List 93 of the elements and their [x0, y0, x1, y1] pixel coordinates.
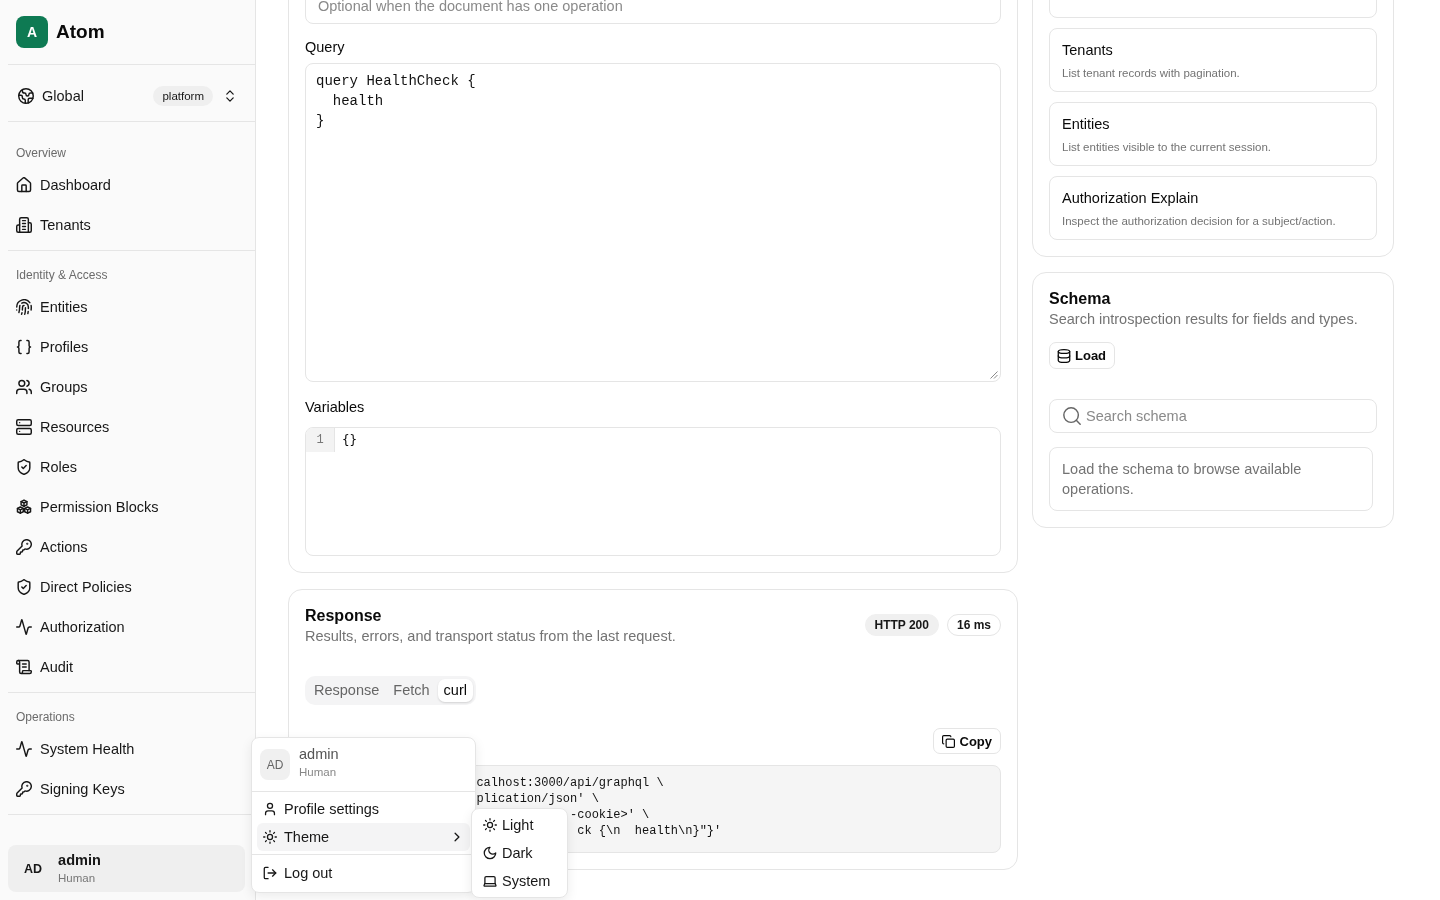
copy-button[interactable]: Copy: [932, 728, 1001, 754]
menu-item[interactable]: Light: [476, 811, 563, 839]
globe-icon: [18, 88, 34, 104]
nav-item[interactable]: Authorization: [8, 607, 247, 647]
key-icon: [16, 781, 32, 797]
operation-description: List tenant records with pagination.: [1062, 66, 1240, 80]
resize-grip-icon[interactable]: [990, 371, 998, 379]
section-label: Overview: [16, 145, 66, 161]
server-icon: [16, 419, 32, 435]
copy-icon: [941, 734, 955, 748]
tab[interactable]: curl: [437, 679, 473, 702]
shield-check-icon: [16, 579, 32, 595]
nav-item[interactable]: Signing Keys: [8, 769, 247, 809]
sun-icon: [483, 818, 497, 832]
nav-item[interactable]: Actions: [8, 527, 247, 567]
operation-card[interactable]: Tenants List tenant records with pagination.: [1049, 28, 1377, 92]
code-line: -cookie>' \: [570, 807, 650, 823]
line-number: 1: [306, 428, 335, 452]
database-icon: [1057, 348, 1071, 363]
nav-item[interactable]: Groups: [8, 367, 247, 407]
code-line: plication/json' \: [476, 791, 599, 807]
menu-item[interactable]: Theme: [257, 823, 470, 851]
user-role: Human: [58, 871, 96, 885]
operation-name-field[interactable]: Optional when the document has one operation: [305, 0, 1001, 24]
shield-check-icon: [16, 459, 32, 475]
menu-item[interactable]: Log out: [257, 859, 470, 887]
nav-item[interactable]: Resources: [8, 407, 247, 447]
empty-state-message: Load the schema to browse available operations.: [1049, 447, 1373, 511]
user-name: admin: [58, 852, 101, 869]
nav-item[interactable]: Permission Blocks: [8, 487, 247, 527]
card-subtitle: Results, errors, and transport status from the last request.: [305, 627, 676, 646]
search-icon: [1062, 406, 1082, 426]
nav-item[interactable]: System Health: [8, 729, 247, 769]
load-button[interactable]: Load: [1049, 342, 1116, 369]
query-editor[interactable]: query HealthCheck { health }: [305, 63, 1001, 382]
moon-icon: [483, 846, 497, 860]
status-badge: 16 ms: [946, 614, 1001, 636]
field-label: Variables: [305, 399, 365, 415]
pulse-icon: [16, 619, 32, 635]
nav-item[interactable]: Dashboard: [8, 165, 247, 205]
user-name: admin: [299, 746, 339, 763]
logout-icon: [263, 866, 277, 880]
status-badge: HTTP 200: [864, 614, 939, 636]
laptop-icon: [483, 874, 497, 888]
menu-item[interactable]: Dark: [476, 839, 563, 867]
card-title: Response: [305, 606, 382, 626]
avatar-initials: AD: [260, 749, 290, 780]
user-icon: [263, 802, 277, 816]
nav-item[interactable]: Profiles: [8, 327, 247, 367]
scope-switcher[interactable]: Global platform: [8, 65, 255, 122]
cubes-icon: [16, 499, 32, 515]
variables-editor[interactable]: 1 {}: [305, 427, 1001, 556]
card-title: Schema: [1049, 289, 1111, 309]
app-name: Atom: [56, 21, 105, 43]
building-icon: [16, 217, 32, 233]
key-icon: [16, 539, 32, 555]
code-line: ck {\n health\n}"}': [577, 823, 722, 839]
operation-card[interactable]: Authorization Explain Inspect the authorization decision for a subject/action.: [1049, 176, 1377, 240]
home-icon: [16, 177, 32, 193]
user-role: Human: [299, 765, 337, 779]
operation-title: Authorization Explain: [1062, 190, 1199, 206]
logo-tile: A: [16, 16, 48, 48]
scope-badge: platform: [153, 86, 213, 106]
nav-item[interactable]: Tenants: [8, 205, 247, 245]
operation-title: Entities: [1062, 116, 1110, 132]
scroll-icon: [16, 659, 32, 675]
sun-icon: [263, 830, 277, 844]
pulse-icon: [16, 741, 32, 757]
operation-description: List entities visible to the current session.: [1062, 140, 1272, 154]
nav-item[interactable]: Entities: [8, 287, 247, 327]
nav-item[interactable]: Audit: [8, 647, 247, 687]
search-field[interactable]: Search schema: [1049, 399, 1377, 433]
code-text: {}: [342, 432, 358, 448]
nav-item[interactable]: Direct Policies: [8, 567, 247, 607]
users-icon: [16, 379, 32, 395]
operation-card[interactable]: Entities List entities visible to the current session.: [1049, 102, 1377, 166]
tab[interactable]: Response: [308, 679, 386, 702]
user-button[interactable]: AD admin Human: [8, 845, 245, 892]
code-line: calhost:3000/api/graphql \: [476, 775, 664, 791]
card-subtitle: Search introspection results for fields and types.: [1049, 310, 1358, 329]
chevrons-up-down-icon: [223, 89, 237, 103]
braces-icon: [16, 339, 32, 355]
menu-item[interactable]: System: [476, 867, 563, 895]
tab[interactable]: Fetch: [387, 679, 436, 702]
section-label: Identity & Access: [16, 267, 108, 283]
menu-item[interactable]: Profile settings: [257, 795, 470, 823]
nav-item[interactable]: Roles: [8, 447, 247, 487]
field-label: Query: [305, 39, 345, 55]
avatar-initials: AD: [24, 861, 43, 876]
operation-description: Inspect the authorization decision for a subject/action.: [1062, 214, 1336, 228]
fingerprint-icon: [16, 299, 32, 315]
section-label: Operations: [16, 709, 75, 725]
operation-title: Tenants: [1062, 42, 1113, 58]
